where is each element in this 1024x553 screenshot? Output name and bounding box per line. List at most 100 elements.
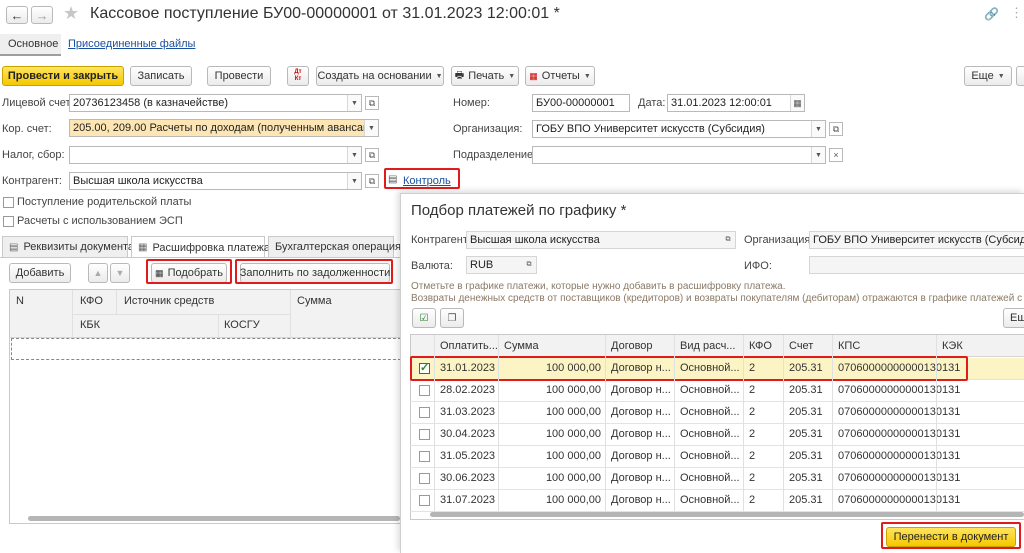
select-icon: ▦	[155, 267, 164, 278]
report-icon: ▦	[529, 70, 538, 81]
schedule-row[interactable]: 30.06.2023 100 000,00 Договор н... Основной…	[410, 468, 1024, 490]
schedule-row[interactable]: 31.05.2023 100 000,00 Договор н... Основной…	[410, 446, 1024, 468]
transfer-to-document-button[interactable]: Перенести в документ	[886, 527, 1016, 547]
row-checkbox[interactable]	[419, 429, 430, 440]
dt-kt-button[interactable]: Дт Кт	[287, 66, 309, 86]
attached-files-link[interactable]: Присоединенные файлы	[68, 38, 195, 50]
tab-accounting[interactable]: Бухгалтерская операция	[268, 236, 401, 257]
pay-date-cell: 30.04.2023	[440, 428, 496, 440]
kps-cell: 07060000000000130	[838, 450, 943, 462]
tax-field[interactable]: ▼	[69, 146, 362, 164]
account-field[interactable]: 20736123458 (в казначействе) ▼	[69, 94, 362, 112]
more-vertical-icon[interactable]: ⋮	[1010, 5, 1023, 21]
dept-field[interactable]: ▼	[532, 146, 826, 164]
kfo-cell: 2	[749, 494, 756, 506]
date-field[interactable]: 31.01.2023 12:00:01 ▦	[667, 94, 805, 112]
open-icon[interactable]: ⧉	[365, 148, 379, 162]
calendar-icon[interactable]: ▦	[790, 95, 804, 111]
chevron-down-icon[interactable]: ▼	[347, 95, 361, 111]
move-up-button[interactable]: ▲	[88, 263, 108, 283]
create-based-on-button[interactable]: Создать на основании ▼	[316, 66, 444, 86]
dialog-contractor-field[interactable]: Высшая школа искусства ⧉	[466, 231, 736, 249]
clear-icon[interactable]: ×	[829, 148, 843, 162]
account-label: Лицевой счет:	[2, 97, 74, 109]
arrow-right-icon: →	[35, 7, 49, 23]
account-cell: 205.31	[789, 362, 823, 374]
horizontal-scrollbar[interactable]	[28, 516, 400, 521]
empty-row[interactable]	[11, 338, 406, 360]
tab-payment[interactable]: ▦ Расшифровка платежа	[131, 236, 270, 258]
chevron-down-icon[interactable]: ▼	[364, 120, 378, 136]
row-checkbox[interactable]	[419, 385, 430, 396]
col-kps: КПС	[838, 340, 861, 352]
schedule-row[interactable]: 28.02.2023 100 000,00 Договор н... Основной…	[410, 380, 1024, 402]
row-checkbox[interactable]: ✓	[419, 362, 430, 374]
schedule-row[interactable]: 30.04.2023 100 000,00 Договор н... Основной…	[410, 424, 1024, 446]
sum-cell: 100 000,00	[545, 362, 601, 374]
open-icon[interactable]: ⧉	[365, 174, 379, 188]
schedule-row[interactable]: ✓ 31.01.2023 100 000,00 Договор н... Основно…	[410, 358, 1024, 380]
post-button[interactable]: Провести	[207, 66, 271, 86]
dialog-title: Подбор платежей по графику *	[411, 202, 627, 219]
parent-pay-checkbox[interactable]	[3, 197, 14, 208]
forward-button[interactable]: →	[31, 6, 53, 24]
save-button[interactable]: Записать	[130, 66, 192, 86]
contract-cell: Договор н...	[611, 384, 671, 396]
uncheck-all-icon: ❐	[447, 312, 457, 324]
dt-kt-icon: Дт Кт	[294, 69, 302, 82]
col-source: Источник средств	[124, 295, 215, 307]
open-icon[interactable]: ⧉	[829, 122, 843, 136]
calc-type-cell: Основной...	[680, 494, 740, 506]
col-kosgu: КОСГУ	[224, 319, 260, 331]
dialog-more-button[interactable]: Ещ	[1003, 308, 1024, 328]
control-link[interactable]: Контроль	[403, 175, 451, 187]
row-checkbox[interactable]	[419, 473, 430, 484]
org-field[interactable]: ГОБУ ВПО Университет искусств (Субсидия)…	[532, 120, 826, 138]
back-button[interactable]: ←	[6, 6, 28, 24]
chevron-down-icon[interactable]: ▼	[811, 147, 825, 163]
arrow-up-icon: ▲	[93, 268, 103, 278]
row-checkbox[interactable]	[419, 407, 430, 418]
select-button[interactable]: ▦ Подобрать	[151, 263, 227, 283]
dialog-ifo-field[interactable]	[809, 256, 1024, 274]
chevron-down-icon[interactable]: ▼	[347, 173, 361, 189]
number-field[interactable]: БУ00-00000001	[532, 94, 630, 112]
contractor-field[interactable]: Высшая школа искусства ▼	[69, 172, 362, 190]
check-all-button[interactable]: ☑	[412, 308, 436, 328]
reports-button[interactable]: ▦ Отчеты ▼	[525, 66, 595, 86]
account-cell: 205.31	[789, 384, 823, 396]
uncheck-all-button[interactable]: ❐	[440, 308, 464, 328]
esp-checkbox[interactable]	[3, 216, 14, 227]
schedule-row[interactable]: 31.03.2023 100 000,00 Договор н... Основной…	[410, 402, 1024, 424]
dialog-currency-field[interactable]: RUB ⧉	[466, 256, 537, 274]
kfo-cell: 2	[749, 384, 756, 396]
row-checkbox[interactable]	[419, 495, 430, 506]
post-and-close-button[interactable]: Провести и закрыть	[2, 66, 124, 86]
print-button[interactable]: 🖶 Печать ▼	[451, 66, 519, 86]
kor-account-field[interactable]: 205.00, 209.00 Расчеты по доходам (получ…	[69, 119, 379, 137]
open-icon[interactable]: ⧉	[365, 96, 379, 110]
col-dialog-kfo: КФО	[749, 340, 772, 352]
reports-label: Отчеты	[541, 70, 580, 82]
pay-date-cell: 31.03.2023	[440, 406, 496, 418]
fill-debt-button[interactable]: Заполнить по задолженности	[240, 263, 390, 283]
link-icon[interactable]: 🔗	[984, 7, 999, 21]
account-cell: 205.31	[789, 450, 823, 462]
dialog-ifo-label: ИФО:	[744, 260, 772, 272]
open-icon[interactable]: ⧉	[721, 232, 735, 248]
chevron-down-icon[interactable]: ▼	[347, 147, 361, 163]
open-icon[interactable]: ⧉	[522, 257, 536, 273]
row-checkbox[interactable]	[419, 451, 430, 462]
arrow-left-icon: ←	[10, 7, 24, 23]
move-down-button[interactable]: ▼	[110, 263, 130, 283]
dialog-org-field[interactable]: ГОБУ ВПО Университет искусств (Субсидия)	[809, 231, 1024, 249]
chevron-down-icon[interactable]: ▼	[811, 121, 825, 137]
schedule-row[interactable]: 31.07.2023 100 000,00 Договор н... Основной…	[410, 490, 1024, 512]
dialog-scrollbar[interactable]	[430, 512, 1024, 517]
contractor-label: Контрагент:	[2, 175, 62, 187]
star-icon[interactable]: ★	[63, 3, 79, 24]
more-button[interactable]: Еще ▼	[964, 66, 1012, 86]
extra-button[interactable]	[1016, 66, 1024, 86]
tab-requisites[interactable]: ▤ Реквизиты документа	[2, 236, 134, 257]
add-row-button[interactable]: Добавить	[9, 263, 71, 283]
